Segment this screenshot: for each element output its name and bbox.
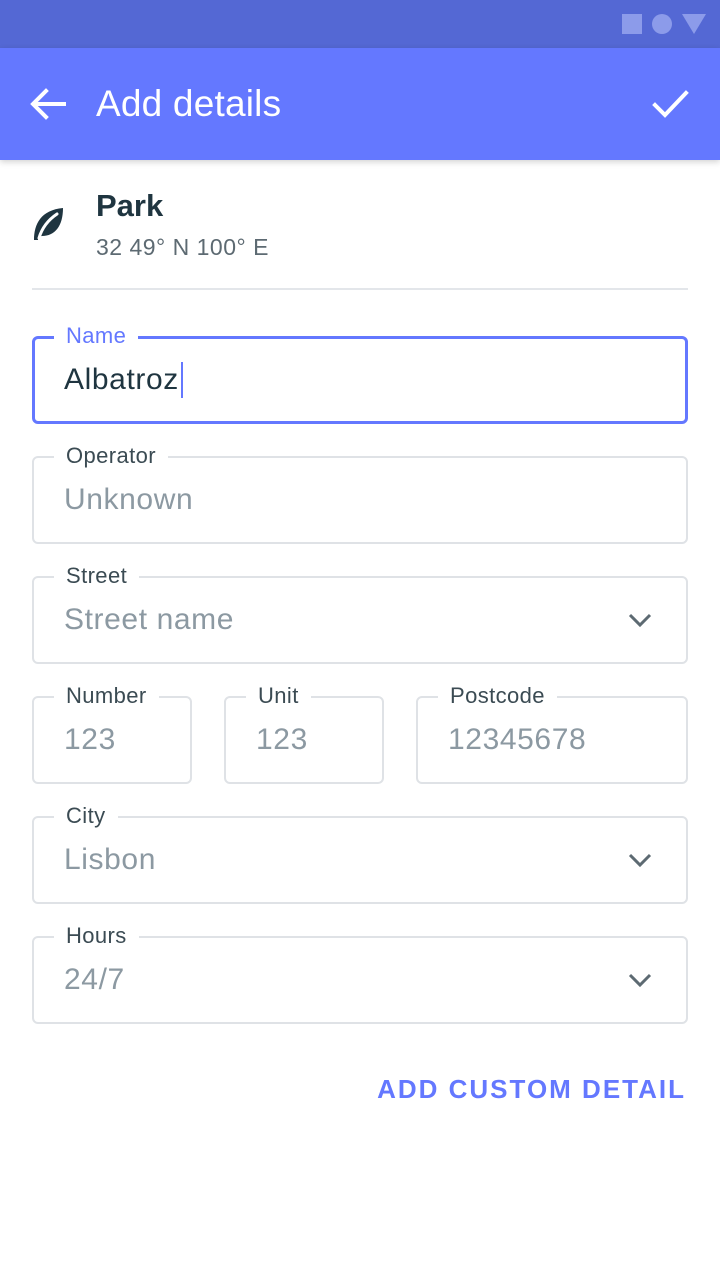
number-field[interactable]: Number 123 [32,681,192,784]
hours-field[interactable]: Hours 24/7 [32,921,688,1024]
name-value: Albatroz [64,363,179,396]
triangle-icon [682,14,706,34]
back-button[interactable] [24,80,72,128]
chevron-down-icon[interactable] [626,851,654,869]
name-input[interactable]: Albatroz [64,339,183,421]
place-header: Park 32 49° N 100° E [32,160,688,290]
unit-field[interactable]: Unit 123 [224,681,384,784]
confirm-button[interactable] [646,80,694,128]
add-custom-detail-button[interactable]: ADD CUSTOM DETAIL [377,1070,686,1108]
text-cursor [180,362,183,398]
postcode-field[interactable]: Postcode 12345678 [416,681,688,784]
chevron-down-icon[interactable] [626,971,654,989]
street-placeholder: Street name [64,603,235,636]
app-bar: Add details [0,48,720,160]
city-field[interactable]: City Lisbon [32,801,688,904]
circle-icon [652,14,672,34]
street-field[interactable]: Street Street name [32,561,688,664]
operator-field[interactable]: Operator Unknown [32,441,688,544]
city-value: Lisbon [64,843,157,876]
status-bar [0,0,720,48]
place-name: Park [96,188,164,223]
hours-value: 24/7 [64,963,125,996]
operator-placeholder: Unknown [64,483,194,516]
leaf-icon [34,208,63,240]
postcode-placeholder: 12345678 [448,723,587,756]
unit-placeholder: 123 [256,723,308,756]
arrow-left-icon [30,88,66,120]
chevron-down-icon[interactable] [626,611,654,629]
place-coordinates: 32 49° N 100° E [96,234,269,260]
check-icon [652,90,689,118]
page-title: Add details [96,83,282,124]
square-icon [622,14,642,34]
name-field[interactable]: Name Albatroz [32,321,688,424]
number-placeholder: 123 [64,723,116,756]
